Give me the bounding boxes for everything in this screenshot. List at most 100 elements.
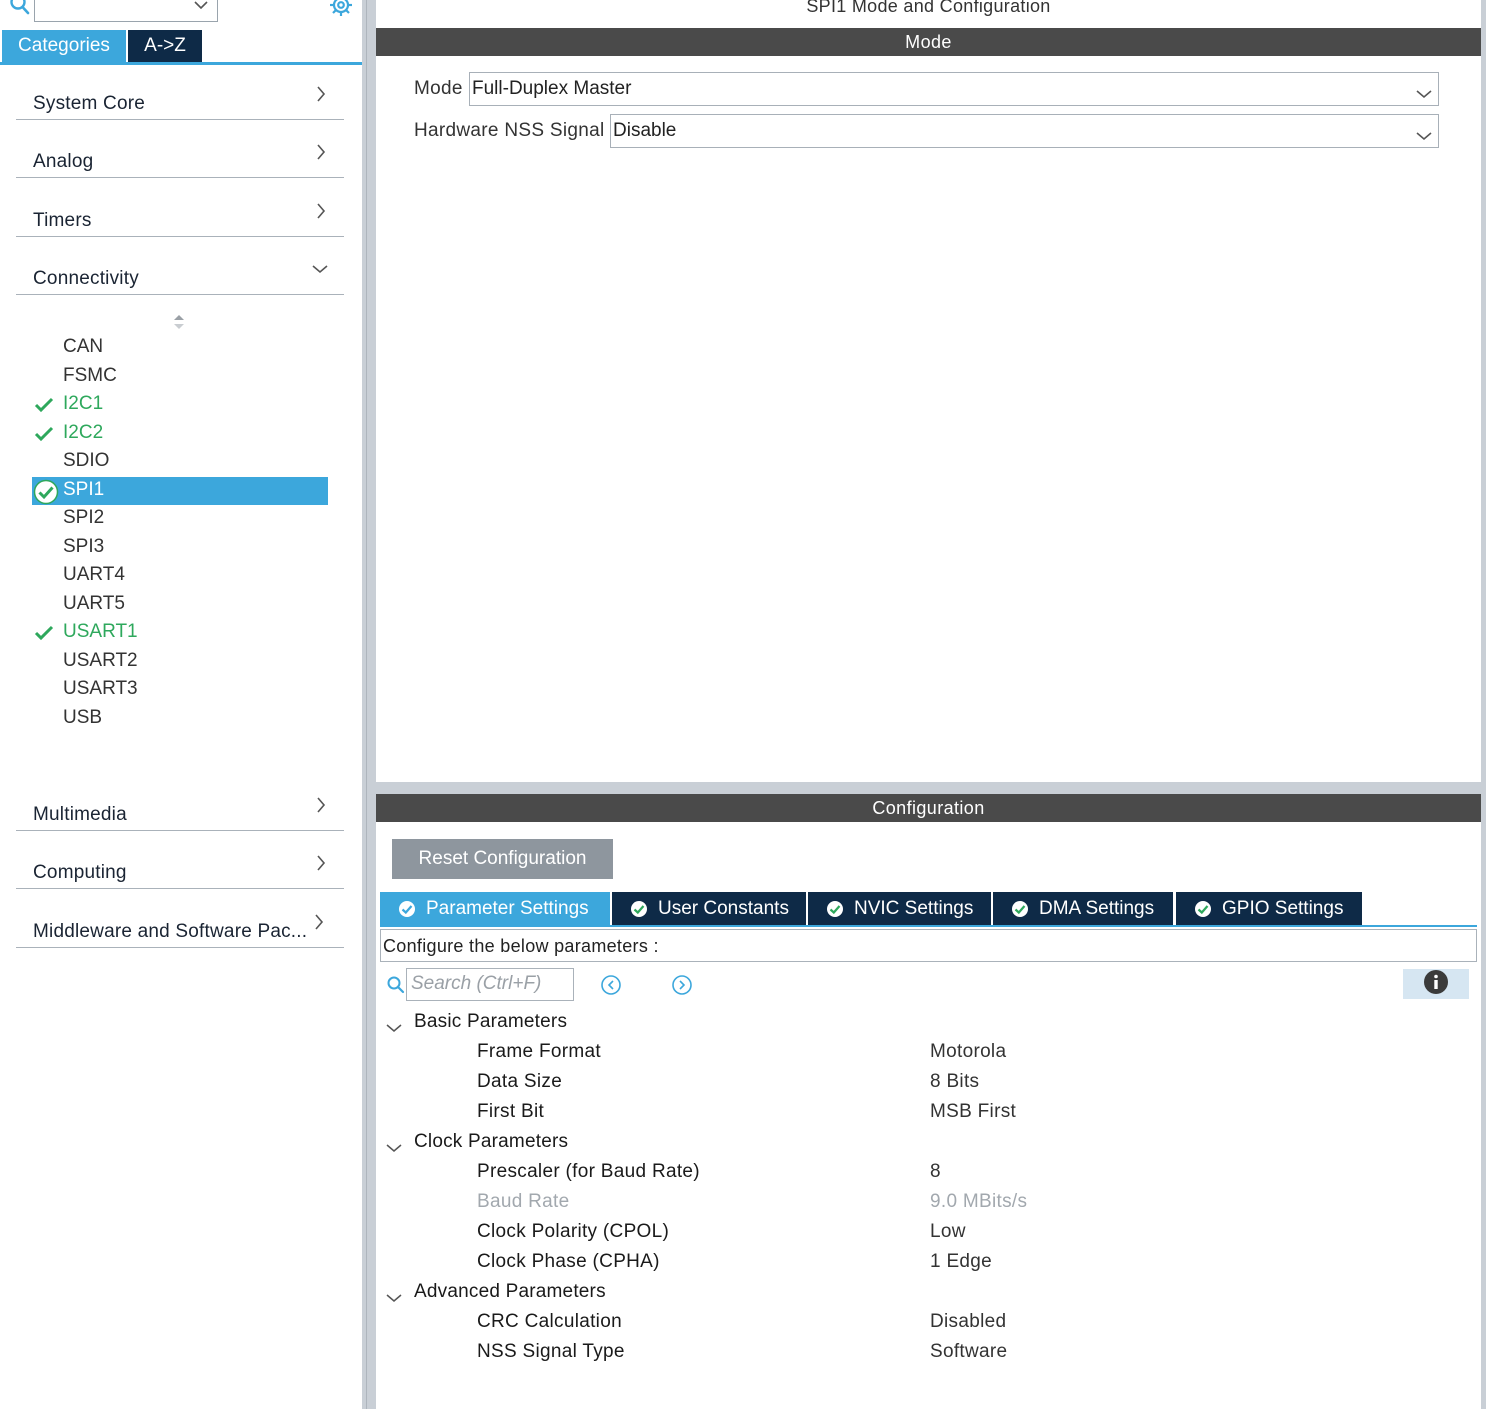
window-edge	[1481, 0, 1486, 1409]
category-timers[interactable]: Timers	[16, 196, 344, 237]
parameter-row[interactable]: Clock Polarity (CPOL) Low	[477, 1221, 1277, 1251]
search-icon[interactable]	[8, 0, 32, 18]
parameter-name: Clock Polarity (CPOL)	[477, 1221, 670, 1242]
connectivity-item-label: UART4	[63, 564, 125, 585]
connectivity-item-usart1[interactable]: USART1	[32, 619, 328, 647]
parameter-row[interactable]: First Bit MSB First	[477, 1101, 1277, 1131]
connectivity-item-label: UART5	[63, 592, 125, 614]
gear-icon[interactable]	[328, 0, 354, 18]
connectivity-item-label: I2C1	[63, 393, 104, 414]
info-button[interactable]	[1403, 969, 1469, 999]
chevron-right-icon	[314, 914, 324, 935]
connectivity-item-usb[interactable]: USB	[32, 705, 328, 733]
connectivity-item-label: USB	[63, 706, 103, 728]
panel-splitter[interactable]	[362, 0, 376, 1409]
parameter-value[interactable]: MSB First	[930, 1101, 1016, 1123]
filter-combobox[interactable]	[34, 0, 218, 22]
category-connectivity[interactable]: Connectivity	[16, 254, 344, 295]
parameter-row[interactable]: Data Size 8 Bits	[477, 1071, 1277, 1101]
tab-a-to-z[interactable]: A->Z	[128, 30, 202, 62]
connectivity-item-label: SPI3	[63, 535, 105, 557]
hardware-nss-label: Hardware NSS Signal	[414, 120, 605, 141]
tab-label: User Constants	[658, 897, 789, 919]
tab-label: GPIO Settings	[1222, 897, 1344, 919]
connectivity-item-uart4[interactable]: UART4	[32, 562, 328, 590]
chevron-down-icon[interactable]	[386, 1287, 402, 1309]
connectivity-item-usart2[interactable]: USART2	[32, 648, 328, 676]
check-circle-icon	[630, 900, 648, 918]
check-circle-icon	[1011, 900, 1029, 918]
parameter-name: NSS Signal Type	[477, 1341, 625, 1362]
parameter-row: Baud Rate 9.0 MBits/s	[477, 1191, 1277, 1221]
connectivity-item-can[interactable]: CAN	[32, 334, 328, 362]
chevron-down-icon[interactable]	[193, 0, 209, 16]
parameter-row[interactable]: NSS Signal Type Software	[477, 1341, 1277, 1371]
parameter-value[interactable]: Disabled	[930, 1311, 1006, 1333]
connectivity-item-label: SPI2	[63, 507, 105, 528]
connectivity-item-i2c2[interactable]: I2C2	[32, 420, 328, 448]
parameter-value[interactable]: 8	[930, 1161, 941, 1183]
category-middleware[interactable]: Middleware and Software Pac...	[16, 907, 344, 948]
parameter-value[interactable]: Low	[930, 1221, 966, 1243]
parameter-row[interactable]: Prescaler (for Baud Rate) 8	[477, 1161, 1277, 1191]
parameter-value[interactable]: Software	[930, 1341, 1007, 1363]
configure-hint-text: Configure the below parameters :	[383, 936, 659, 956]
connectivity-item-spi1[interactable]: SPI1	[32, 476, 328, 505]
category-system-core[interactable]: System Core	[16, 79, 344, 120]
tab-label: DMA Settings	[1039, 897, 1155, 919]
connectivity-item-fsmc[interactable]: FSMC	[32, 363, 328, 391]
tab-nvic-settings[interactable]: NVIC Settings	[808, 892, 991, 925]
connectivity-item-sdio[interactable]: SDIO	[32, 448, 328, 476]
category-multimedia[interactable]: Multimedia	[16, 790, 344, 831]
tab-label: NVIC Settings	[854, 897, 974, 919]
parameter-search-input[interactable]: Search (Ctrl+F)	[406, 968, 574, 1001]
category-label: Timers	[33, 210, 92, 231]
connectivity-item-uart5[interactable]: UART5	[32, 591, 328, 619]
connectivity-item-label: SDIO	[63, 450, 110, 471]
tab-gpio-settings[interactable]: GPIO Settings	[1176, 892, 1362, 925]
parameter-name: Baud Rate	[477, 1191, 570, 1212]
parameter-group-title: Clock Parameters	[414, 1131, 569, 1152]
hardware-nss-select[interactable]: Disable	[610, 114, 1439, 148]
connectivity-item-i2c1[interactable]: I2C1	[32, 391, 328, 419]
tab-categories[interactable]: Categories	[2, 30, 126, 62]
search-next-icon[interactable]	[671, 974, 693, 1001]
mode-value: Full-Duplex Master	[472, 78, 632, 99]
parameter-name: CRC Calculation	[477, 1311, 622, 1332]
check-icon	[34, 426, 54, 448]
chevron-down-icon	[312, 261, 328, 279]
search-icon	[386, 975, 406, 1000]
chevron-down-icon[interactable]	[386, 1017, 402, 1039]
connectivity-item-usart3[interactable]: USART3	[32, 676, 328, 704]
parameter-row[interactable]: CRC Calculation Disabled	[477, 1311, 1277, 1341]
chevron-right-icon	[316, 203, 326, 224]
parameter-value[interactable]: 1 Edge	[930, 1251, 992, 1273]
connectivity-item-spi3[interactable]: SPI3	[32, 534, 328, 562]
tab-user-constants[interactable]: User Constants	[612, 892, 806, 925]
reset-configuration-button[interactable]: Reset Configuration	[392, 839, 613, 879]
check-icon	[34, 625, 54, 647]
parameter-row[interactable]: Frame Format Motorola	[477, 1041, 1277, 1071]
search-previous-icon[interactable]	[600, 974, 622, 1001]
sort-arrows-icon[interactable]	[172, 313, 186, 336]
category-analog[interactable]: Analog	[16, 137, 344, 178]
tab-parameter-settings[interactable]: Parameter Settings	[380, 892, 610, 925]
category-label: Multimedia	[33, 804, 127, 825]
connectivity-item-spi2[interactable]: SPI2	[32, 505, 328, 533]
parameter-row[interactable]: Clock Phase (CPHA) 1 Edge	[477, 1251, 1277, 1281]
configuration-section-header: Configuration	[376, 794, 1481, 822]
panel-title: SPI1 Mode and Configuration	[806, 0, 1051, 16]
chevron-right-icon	[316, 855, 326, 876]
check-circle-icon	[1194, 900, 1212, 918]
parameter-value[interactable]: Motorola	[930, 1041, 1006, 1063]
category-label: Analog	[33, 151, 94, 172]
mode-label: Mode	[414, 78, 463, 99]
mode-select[interactable]: Full-Duplex Master	[469, 72, 1439, 106]
category-label: Computing	[33, 862, 127, 883]
chevron-down-icon[interactable]	[386, 1137, 402, 1159]
category-computing[interactable]: Computing	[16, 848, 344, 889]
parameter-value[interactable]: 8 Bits	[930, 1071, 979, 1093]
tab-dma-settings[interactable]: DMA Settings	[993, 892, 1173, 925]
connectivity-item-label: I2C2	[63, 421, 104, 443]
section-splitter[interactable]	[376, 782, 1481, 794]
